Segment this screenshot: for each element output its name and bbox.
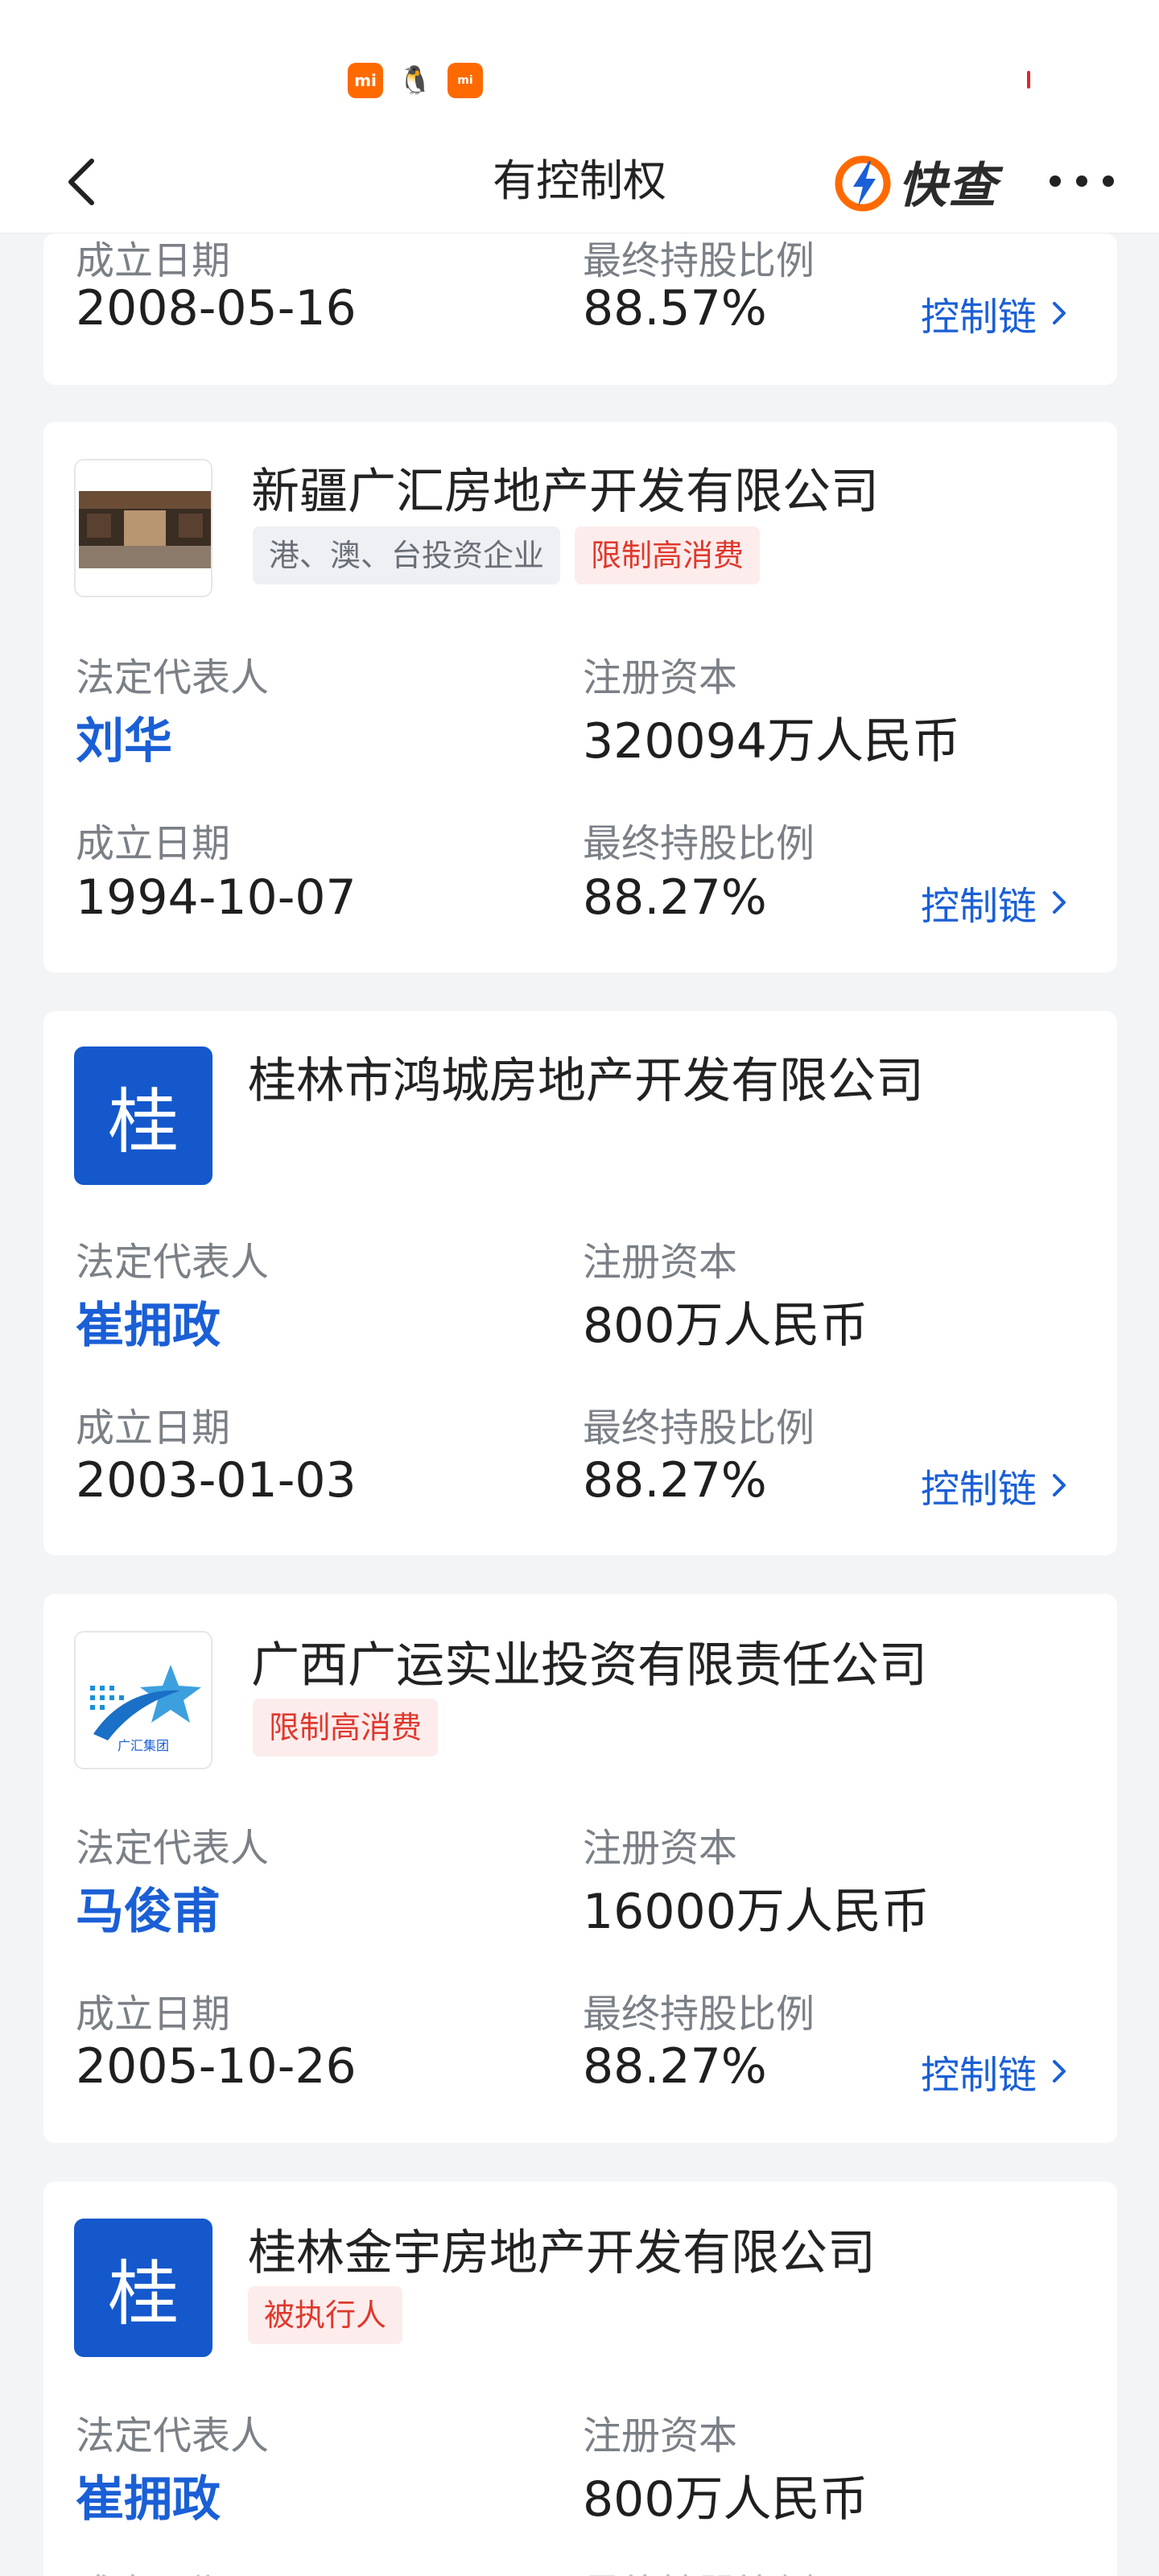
ratio-label: 最终持股比例 — [583, 821, 815, 866]
reg-capital-label: 注册资本 — [583, 2413, 738, 2458]
notification-icons: mi 🐧 mi — [348, 63, 483, 98]
company-card[interactable]: 桂 桂林市鸿城房地产开发有限公司 法定代表人 注册资本 崔拥政 800万人民币 … — [43, 1011, 1117, 1555]
guanghui-group-logo-icon: 广汇集团 — [76, 1633, 211, 1768]
control-chain-link[interactable]: 控制链 — [921, 874, 1070, 931]
control-chain-link[interactable]: 控制链 — [921, 2043, 1070, 2099]
control-chain-link[interactable]: 控制链 — [921, 1457, 1070, 1513]
founded-label: 成立日期 — [76, 1992, 231, 2037]
founded-value: 2003-01-03 — [76, 1452, 357, 1509]
recording-indicator-icon — [1027, 71, 1030, 89]
reg-capital-value: 320094万人民币 — [583, 713, 961, 770]
company-logo: 桂 — [74, 1046, 212, 1185]
reg-capital-label: 注册资本 — [583, 1240, 738, 1285]
company-tags: 被执行人 — [248, 2286, 403, 2344]
founded-value: 2008-05-16 — [76, 280, 357, 336]
ratio-label: 最终持股比例 — [583, 1406, 815, 1451]
mi-store-icon: mi — [448, 63, 483, 98]
mi-app-icon: mi — [348, 63, 383, 98]
company-name[interactable]: 广西广运实业投资有限责任公司 — [251, 1626, 927, 1696]
chevron-right-icon — [1053, 302, 1066, 324]
founded-label: 成立日期 — [76, 821, 231, 866]
company-logo: 桂 — [74, 2219, 212, 2357]
ratio-value: 88.27% — [583, 1452, 767, 1509]
dot-icon — [1076, 175, 1087, 187]
building-photo-icon — [76, 460, 211, 596]
legal-rep-link[interactable]: 刘华 — [76, 702, 172, 772]
chevron-right-icon — [1053, 2060, 1066, 2083]
company-logo — [74, 459, 212, 597]
tag-judgment-debtor: 被执行人 — [248, 2286, 403, 2344]
legal-rep-label: 法定代表人 — [76, 2413, 270, 2458]
founded-label: 成立日期 — [76, 238, 231, 283]
lightning-logo-icon — [835, 155, 891, 211]
founded-value: 1994-10-07 — [76, 869, 357, 926]
reg-capital-value: 800万人民币 — [583, 1298, 868, 1354]
reg-capital-value: 800万人民币 — [583, 2471, 868, 2528]
brand-name: 快查 — [898, 158, 998, 214]
nav-header: 有控制权 快查 — [0, 129, 1159, 233]
chevron-left-icon — [68, 159, 94, 205]
control-chain-label: 控制链 — [921, 2053, 1037, 2098]
control-chain-label: 控制链 — [921, 1467, 1037, 1512]
company-card[interactable]: 成立日期 最终持股比例 2008-05-16 88.57% 控制链 — [43, 233, 1117, 385]
ratio-label: 最终持股比例 — [583, 238, 815, 283]
company-name[interactable]: 新疆广汇房地产开发有限公司 — [251, 452, 879, 522]
founded-value: 2005-10-26 — [76, 2038, 357, 2095]
control-chain-label: 控制链 — [921, 884, 1037, 929]
ratio-value: 88.27% — [583, 869, 767, 926]
reg-capital-label: 注册资本 — [583, 655, 738, 700]
legal-rep-link[interactable]: 崔拥政 — [76, 1286, 221, 1356]
founded-label: 成立日期 — [76, 2562, 230, 2576]
tag-hk-macao-tw: 港、澳、台投资企业 — [253, 526, 561, 584]
dot-icon — [1050, 175, 1061, 187]
chevron-right-icon — [1053, 1474, 1066, 1496]
chevron-right-icon — [1053, 891, 1066, 914]
company-tags: 限制高消费 — [253, 1699, 439, 1757]
ratio-label: 最终持股比例 — [583, 2562, 815, 2576]
legal-rep-link[interactable]: 崔拥政 — [76, 2460, 221, 2530]
legal-rep-label: 法定代表人 — [76, 1826, 270, 1871]
legal-rep-label: 法定代表人 — [76, 655, 270, 700]
company-logo: 广汇集团 — [74, 1631, 212, 1769]
reg-capital-label: 注册资本 — [583, 1826, 738, 1871]
company-name[interactable]: 桂林市鸿城房地产开发有限公司 — [248, 1042, 924, 1112]
company-tags: 港、澳、台投资企业 限制高消费 — [253, 526, 761, 584]
status-bar: mi 🐧 mi — [0, 0, 1159, 129]
svg-text:广汇集团: 广汇集团 — [118, 1738, 169, 1753]
legal-rep-link[interactable]: 马俊甫 — [76, 1872, 221, 1942]
tag-consumption-restricted: 限制高消费 — [575, 526, 761, 584]
back-button[interactable] — [56, 150, 113, 214]
control-chain-label: 控制链 — [921, 295, 1037, 340]
brand[interactable]: 快查 — [834, 147, 998, 217]
company-card[interactable]: 新疆广汇房地产开发有限公司 港、澳、台投资企业 限制高消费 法定代表人 注册资本… — [43, 422, 1117, 972]
company-card[interactable]: 广汇集团 广西广运实业投资有限责任公司 限制高消费 法定代表人 注册资本 马俊甫… — [43, 1594, 1117, 2143]
reg-capital-value: 16000万人民币 — [583, 1884, 930, 1940]
founded-label: 成立日期 — [76, 1406, 231, 1451]
legal-rep-label: 法定代表人 — [76, 1240, 270, 1285]
control-chain-link[interactable]: 控制链 — [921, 285, 1070, 341]
ratio-value: 88.27% — [583, 2038, 767, 2095]
qq-icon: 🐧 — [398, 64, 433, 97]
dot-icon — [1103, 175, 1114, 187]
company-card[interactable]: 桂 桂林金宇房地产开发有限公司 被执行人 法定代表人 注册资本 崔拥政 800万… — [43, 2182, 1117, 2576]
ratio-value: 88.57% — [583, 280, 767, 336]
ratio-label: 最终持股比例 — [583, 1992, 815, 2037]
company-name[interactable]: 桂林金宇房地产开发有限公司 — [248, 2214, 876, 2284]
tag-consumption-restricted: 限制高消费 — [253, 1699, 439, 1757]
more-options-button[interactable] — [1050, 161, 1114, 201]
